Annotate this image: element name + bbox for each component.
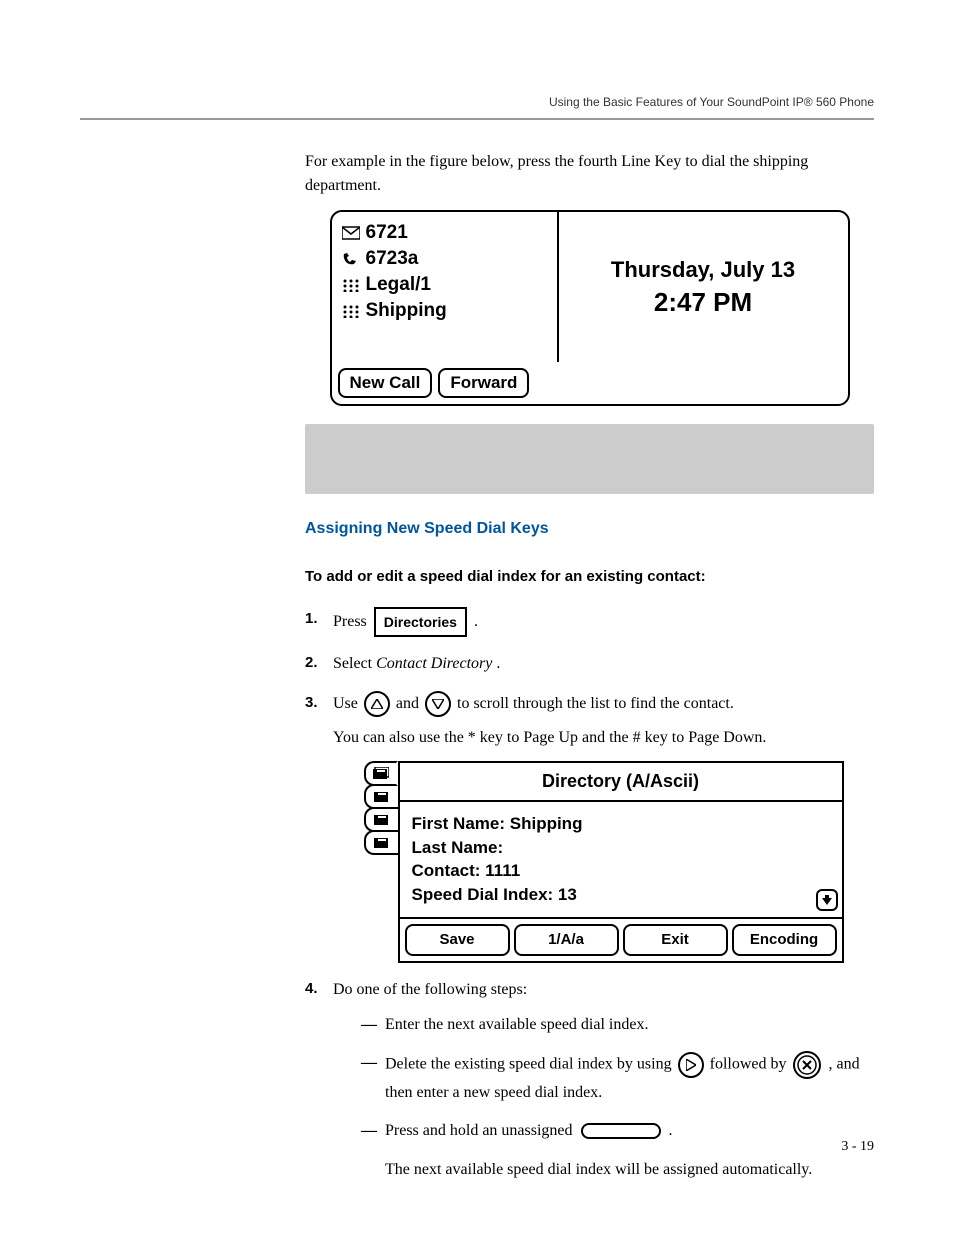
right-arrow-key-icon bbox=[678, 1052, 704, 1078]
field-last-name: Last Name: bbox=[412, 836, 800, 860]
softkey-forward: Forward bbox=[438, 368, 529, 398]
sub-step: Press and hold an unassigned . The next … bbox=[361, 1118, 874, 1183]
step-text: Do one of the following steps: bbox=[333, 981, 527, 998]
field-speed-dial-index: Speed Dial Index: 13 bbox=[412, 883, 800, 907]
menu-item-name: Contact Directory bbox=[376, 655, 492, 672]
speed-dial-icon bbox=[342, 278, 360, 292]
delete-x-key-icon bbox=[792, 1050, 822, 1080]
side-tabs bbox=[364, 761, 398, 963]
sub-step-text: Press and hold an unassigned bbox=[385, 1122, 577, 1139]
line-label: Shipping bbox=[366, 300, 447, 322]
softkey-input-mode: 1/A/a bbox=[514, 924, 619, 956]
note-placeholder-bar bbox=[305, 424, 874, 494]
header-rule bbox=[80, 118, 874, 120]
phone-icon bbox=[342, 252, 360, 266]
line-key-3: Legal/1 bbox=[342, 274, 547, 296]
page-number: 3 - 19 bbox=[841, 1139, 874, 1155]
line-key-1: 6721 bbox=[342, 222, 547, 244]
scroll-down-icon bbox=[816, 889, 838, 911]
directory-title: Directory (A/Ascii) bbox=[400, 763, 842, 802]
softkey-encoding: Encoding bbox=[732, 924, 837, 956]
softkey-save: Save bbox=[405, 924, 510, 956]
softkey-exit: Exit bbox=[623, 924, 728, 956]
step-text: . bbox=[496, 655, 500, 672]
sub-step-text: Delete the existing speed dial index by … bbox=[385, 1056, 676, 1073]
sub-steps: Enter the next available speed dial inde… bbox=[333, 1012, 874, 1182]
date-text: Thursday, July 13 bbox=[611, 257, 795, 283]
sub-step-text: followed by bbox=[710, 1056, 791, 1073]
procedure-heading: To add or edit a speed dial index for an… bbox=[305, 568, 874, 585]
line-key-icon bbox=[581, 1123, 661, 1139]
step-text: . bbox=[474, 613, 478, 630]
step-text: and bbox=[396, 695, 423, 712]
time-text: 2:47 PM bbox=[654, 287, 752, 318]
directories-button: Directories bbox=[374, 607, 467, 637]
step-3: Use and to scroll through the list to fi… bbox=[305, 691, 874, 963]
sub-step: Enter the next available speed dial inde… bbox=[361, 1012, 874, 1038]
running-header: Using the Basic Features of Your SoundPo… bbox=[549, 95, 874, 109]
step-text: Select bbox=[333, 655, 376, 672]
tab-icon bbox=[364, 830, 398, 855]
directory-fields: First Name: Shipping Last Name: Contact:… bbox=[400, 802, 812, 917]
idle-screen-datetime: Thursday, July 13 2:47 PM bbox=[559, 212, 848, 362]
line-label: 6723a bbox=[366, 248, 419, 270]
scroll-indicator bbox=[812, 802, 842, 917]
line-key-column: 6721 6723a Legal/1 bbox=[332, 212, 559, 362]
line-label: Legal/1 bbox=[366, 274, 431, 296]
tab-icon bbox=[364, 761, 398, 786]
line-key-2: 6723a bbox=[342, 248, 547, 270]
tab-icon bbox=[364, 807, 398, 832]
step-text: Use bbox=[333, 695, 362, 712]
page-content: For example in the figure below, press t… bbox=[0, 0, 954, 1237]
up-arrow-key-icon bbox=[364, 691, 390, 717]
step-1: Press Directories . bbox=[305, 607, 874, 637]
intro-paragraph: For example in the figure below, press t… bbox=[305, 150, 874, 198]
envelope-icon bbox=[342, 226, 360, 240]
phone-screen-directory: Directory (A/Ascii) First Name: Shipping… bbox=[364, 761, 844, 963]
field-contact: Contact: 1111 bbox=[412, 859, 800, 883]
line-key-4: Shipping bbox=[342, 300, 547, 322]
sub-step-note: The next available speed dial index will… bbox=[385, 1157, 874, 1183]
sub-step: Delete the existing speed dial index by … bbox=[361, 1050, 874, 1106]
speed-dial-icon bbox=[342, 304, 360, 318]
step-4: Do one of the following steps: Enter the… bbox=[305, 977, 874, 1183]
sub-step-text: . bbox=[669, 1122, 673, 1139]
softkey-row: New Call Forward bbox=[332, 362, 848, 404]
step-text: to scroll through the list to find the c… bbox=[457, 695, 734, 712]
softkey-new-call: New Call bbox=[338, 368, 433, 398]
phone-screen-idle: 6721 6723a Legal/1 bbox=[330, 210, 850, 406]
procedure-steps: Press Directories . Select Contact Direc… bbox=[305, 607, 874, 1183]
section-heading: Assigning New Speed Dial Keys bbox=[305, 520, 874, 538]
step-2: Select Contact Directory . bbox=[305, 651, 874, 677]
step-text: Press bbox=[333, 613, 371, 630]
field-first-name: First Name: Shipping bbox=[412, 812, 800, 836]
down-arrow-key-icon bbox=[425, 691, 451, 717]
step-note: You can also use the * key to Page Up an… bbox=[333, 725, 874, 751]
softkey-row: Save 1/A/a Exit Encoding bbox=[400, 917, 842, 961]
tab-icon bbox=[364, 784, 398, 809]
line-label: 6721 bbox=[366, 222, 408, 244]
